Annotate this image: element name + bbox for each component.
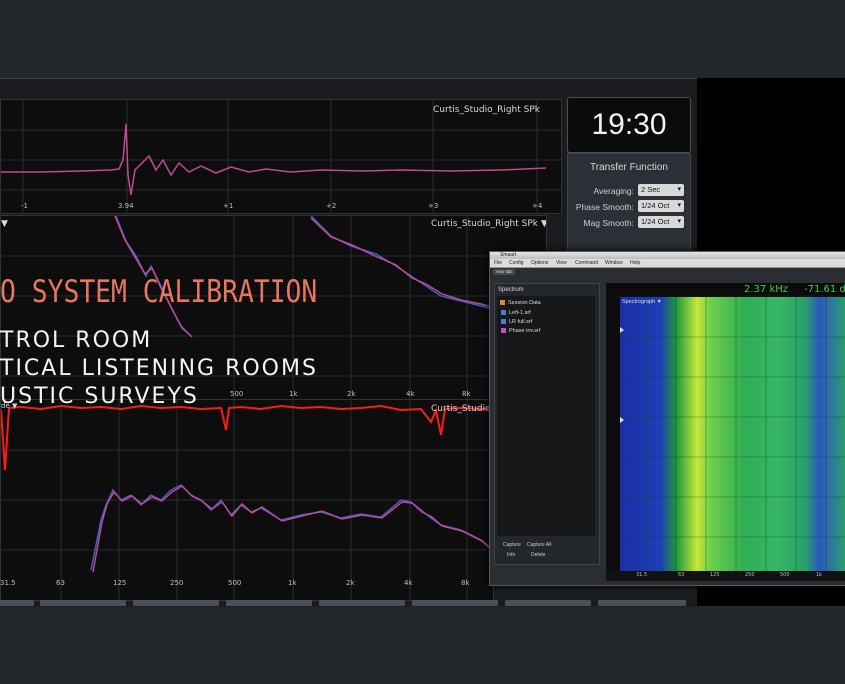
freq-tick: 125 [113, 579, 127, 587]
freq-tick: 31.5 [636, 572, 648, 578]
title-bar[interactable]: Smaart [490, 252, 845, 259]
averaging-row: Averaging: 2 Sec [572, 184, 686, 198]
freq-tick: 2k [346, 579, 355, 587]
readout-bar: 2.37 kHz -71.61 dB [606, 283, 845, 295]
bottom-tab[interactable] [226, 600, 312, 606]
list-item[interactable]: Left-1.srf [501, 310, 531, 316]
overlay-item: TROL ROOM [0, 328, 153, 353]
trace-name-top: Curtis_Studio_Right SPk [433, 105, 540, 115]
item-label: Phase inv.srf [509, 328, 541, 334]
spectrograph-heatmap [606, 297, 845, 571]
time-tick: +4 [532, 202, 543, 210]
bottom-tab[interactable] [40, 600, 126, 606]
info-button[interactable]: Info [507, 552, 515, 558]
session-label: Session Data [508, 300, 541, 306]
list-item[interactable]: LR full.srf [501, 319, 532, 325]
panel-title: Transfer Function [590, 162, 668, 173]
session-list[interactable]: Session Data Left-1.srf LR full.srf Phas… [497, 296, 595, 536]
freq-tick: 1k [289, 390, 298, 398]
spectrograph-view[interactable]: 2.37 kHz -71.61 dB Spectrograph ▼ [606, 283, 845, 581]
clock-box: 19:30 [567, 97, 691, 153]
readout-frequency: 2.37 kHz [744, 284, 789, 295]
trace-name-phase: Curtis_Studio [431, 404, 491, 414]
tab-new[interactable]: new tab [493, 269, 515, 275]
freq-tick: 500 [230, 390, 244, 398]
overlay-item: USTIC SURVEYS [0, 384, 199, 409]
session-folder[interactable]: Session Data [500, 300, 541, 306]
phase-smooth-row: Phase Smooth: 1/24 Oct [572, 200, 686, 214]
bottom-tab[interactable] [133, 600, 219, 606]
readout-level: -71.61 dB [804, 284, 845, 295]
freq-tick: 1k [816, 572, 823, 578]
time-tick: +3 [428, 202, 439, 210]
freq-tick: 250 [745, 572, 755, 578]
freq-tick: 8k [461, 579, 470, 587]
freq-tick: 500 [780, 572, 790, 578]
freq-tick: 4k [406, 390, 415, 398]
phase-smooth-label: Phase Smooth: [575, 202, 634, 212]
spectrum-panel: Spectrum Session Data Left-1.srf LR full… [494, 283, 600, 565]
menu-help[interactable]: Help [630, 260, 640, 266]
menu-config[interactable]: Config [509, 260, 523, 266]
bottom-tab[interactable] [412, 600, 498, 606]
item-label: Left-1.srf [509, 310, 531, 316]
capture-button[interactable]: Capture [503, 542, 521, 548]
phase-plot[interactable]: de ▼ Curtis_Studio [0, 399, 494, 601]
trace-color-icon [501, 310, 506, 316]
menu-bar: File Config Options View Command Window … [490, 259, 845, 268]
freq-tick: 2k [347, 390, 356, 398]
app-title: Smaart [500, 252, 517, 258]
item-label: LR full.srf [509, 319, 533, 325]
freq-tick: 125 [710, 572, 720, 578]
averaging-label: Averaging: [593, 186, 634, 196]
menu-window[interactable]: Window [605, 260, 623, 266]
impulse-trace [1, 100, 561, 213]
menu-command[interactable]: Command [575, 260, 598, 266]
freq-tick: 500 [228, 579, 242, 587]
bottom-tab[interactable] [319, 600, 405, 606]
spectrograph-plot[interactable]: Spectrograph ▼ [606, 297, 845, 571]
smaart-window[interactable]: Smaart File Config Options View Command … [489, 251, 845, 586]
transfer-function-panel: Transfer Function Averaging: 2 Sec Phase… [567, 153, 691, 265]
trace-color-icon [501, 328, 506, 334]
freq-tick: 4k [404, 579, 413, 587]
freq-tick: 8k [462, 390, 471, 398]
bottom-tab[interactable] [598, 600, 686, 606]
time-tick: 3.94 [118, 202, 134, 210]
averaging-select[interactable]: 2 Sec [638, 184, 684, 196]
spectrograph-label[interactable]: Spectrograph ▼ [622, 299, 662, 305]
time-tick: +2 [326, 202, 337, 210]
phase-smooth-select[interactable]: 1/24 Oct [638, 200, 684, 212]
mag-smooth-row: Mag Smooth: 1/24 Oct [572, 216, 686, 230]
time-tick: +1 [223, 202, 234, 210]
freq-tick: 1k [288, 579, 297, 587]
bottom-tab[interactable] [505, 600, 591, 606]
list-item[interactable]: Phase inv.srf [501, 328, 540, 334]
mag-smooth-label: Mag Smooth: [583, 218, 634, 228]
freq-tick: 31.5 [0, 579, 16, 587]
overlay-title: O SYSTEM CALIBRATION [0, 274, 318, 310]
folder-icon [500, 300, 505, 306]
marker-icon[interactable]: ▼ [1, 219, 8, 229]
delete-button[interactable]: Delete [531, 552, 545, 558]
bottom-tab[interactable] [0, 600, 34, 606]
phase-trace [1, 400, 493, 600]
freq-tick: 63 [56, 579, 65, 587]
menu-view[interactable]: View [556, 260, 567, 266]
clock-display: 19:30 [591, 108, 667, 141]
freq-tick: 63 [678, 572, 685, 578]
impulse-response-plot[interactable]: Curtis_Studio_Right SPk -1 3.94 +1 +2 +3… [0, 99, 562, 214]
time-tick: -1 [21, 202, 28, 210]
freq-tick: 250 [170, 579, 184, 587]
overlay-item: TICAL LISTENING ROOMS [0, 356, 318, 381]
trace-name-mid[interactable]: Curtis_Studio_Right SPk ▼ [431, 219, 546, 229]
menu-options[interactable]: Options [531, 260, 548, 266]
panel-header: Spectrum [498, 287, 524, 293]
mag-smooth-select[interactable]: 1/24 Oct [638, 216, 684, 228]
trace-color-icon [501, 319, 506, 325]
capture-all-button[interactable]: Capture All [527, 542, 551, 548]
menu-file[interactable]: File [494, 260, 502, 266]
